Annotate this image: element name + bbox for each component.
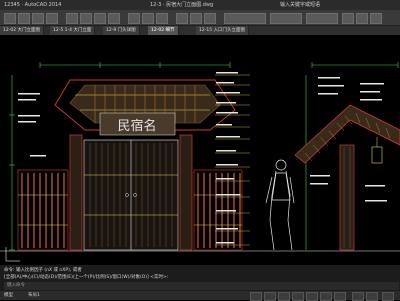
left-fence — [17, 169, 69, 251]
left-pillar — [69, 134, 83, 251]
annotation-leaders — [215, 74, 250, 246]
main-door — [83, 139, 179, 251]
document-title: 12-3 · 民宿大门立面图.dwg — [150, 2, 214, 8]
layout-tab[interactable]: 布局1 — [28, 291, 40, 300]
command-history-2: [全部(A)/中心(C)/动态(D)/范围(E)/上一个(P)/比例(S)/窗口… — [4, 275, 169, 280]
cad-drawing: 民宿名 — [0, 62, 400, 262]
line-tool-icon[interactable] — [66, 13, 78, 24]
drawing-canvas[interactable]: 民宿名 — [0, 35, 400, 265]
file-tabs: 12-02 大门立面图 12-5 1-4 大门立面 12-9 门头详图 12-0… — [0, 26, 400, 35]
file-tab-3[interactable]: 12-9 门头详图 — [103, 26, 140, 35]
copy-tool-icon[interactable] — [142, 13, 154, 24]
properties-icon[interactable] — [342, 13, 354, 24]
title-bar: 12345 · AutoCAD 2014 12-3 · 民宿大门立面图.dwg … — [0, 0, 400, 10]
rotate-tool-icon[interactable] — [156, 13, 168, 24]
save-icon[interactable] — [32, 13, 44, 24]
sign-text: 民宿名 — [117, 118, 156, 134]
file-tab-2[interactable]: 12-5 1-4 大门立面 — [50, 26, 96, 35]
open-file-icon[interactable] — [18, 13, 30, 24]
dimension-tool-icon[interactable] — [190, 13, 202, 24]
left-annotation-marks — [18, 93, 46, 157]
color-dropdown[interactable] — [270, 13, 302, 24]
layer-icon[interactable] — [176, 13, 188, 24]
model-tab[interactable]: 模型 — [4, 291, 13, 300]
command-input[interactable]: 键入命令 — [4, 282, 399, 290]
circle-tool-icon[interactable] — [94, 13, 106, 24]
polyline-tool-icon[interactable] — [80, 13, 92, 24]
file-tab-1[interactable]: 12-02 大门立面图 — [0, 26, 45, 35]
file-tab-4[interactable]: 12-02 细节 — [148, 26, 179, 35]
file-tab-5[interactable]: 12-15 入口门头立面图 — [196, 26, 250, 35]
top-dimension — [39, 62, 231, 68]
print-icon[interactable] — [46, 13, 58, 24]
human-figure — [265, 159, 295, 251]
new-file-icon[interactable] — [4, 13, 16, 24]
move-tool-icon[interactable] — [128, 13, 140, 24]
right-pillar — [179, 134, 193, 251]
status-bar: 模型 布局1 — [0, 291, 400, 301]
ribbon-toolbar — [0, 10, 400, 26]
utilities-icon[interactable] — [370, 13, 382, 24]
command-history-1: 命令: 输入比例因子 (nX 或 nXP), 或者 — [4, 268, 82, 273]
lantern — [371, 146, 383, 164]
search-box[interactable]: 输入关键字或短语 — [280, 0, 320, 10]
section-post — [339, 144, 355, 251]
match-properties-icon[interactable] — [356, 13, 368, 24]
arc-tool-icon[interactable] — [108, 13, 120, 24]
text-tool-icon[interactable] — [204, 13, 216, 24]
linetype-dropdown[interactable] — [306, 13, 338, 24]
app-title: 12345 · AutoCAD 2014 — [4, 2, 62, 8]
left-dimension — [9, 75, 15, 251]
layer-dropdown[interactable] — [224, 13, 266, 24]
